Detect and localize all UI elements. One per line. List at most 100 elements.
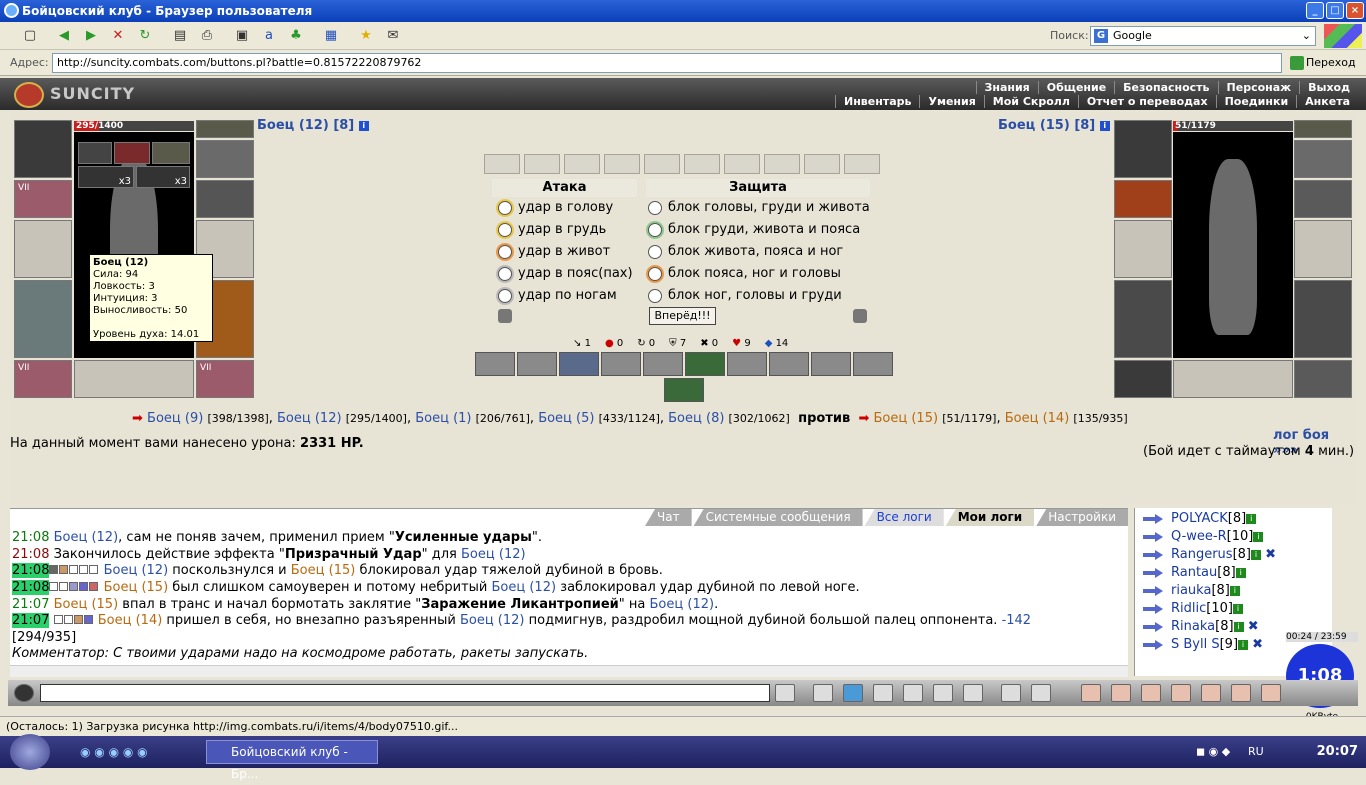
- skill-1[interactable]: [475, 352, 515, 376]
- skill-3[interactable]: [559, 352, 599, 376]
- stop-icon[interactable]: ✕: [108, 27, 128, 45]
- tray-icons[interactable]: ◼ ◉ ◆: [1196, 745, 1230, 758]
- enemy-slot-boots[interactable]: [1294, 360, 1352, 398]
- scroll-slot[interactable]: [724, 154, 760, 174]
- tab-my-logs[interactable]: Мои логи: [945, 509, 1035, 526]
- user-item[interactable]: Ridlic[10] i: [1139, 601, 1243, 616]
- attack-chest-option[interactable]: удар в грудь: [496, 221, 606, 239]
- menu-inventory[interactable]: Инвентарь: [835, 95, 919, 108]
- skill-5[interactable]: [643, 352, 683, 376]
- percent-icon[interactable]: [933, 684, 953, 702]
- skill-6[interactable]: [685, 352, 725, 376]
- guild-icon[interactable]: [1171, 684, 1191, 702]
- enemy-slot-belt[interactable]: [1114, 360, 1172, 398]
- language-indicator[interactable]: RU: [1248, 745, 1264, 758]
- enemy-slot-legs[interactable]: [1294, 280, 1352, 358]
- attack-legs-option[interactable]: удар по ногам: [496, 287, 617, 305]
- save-log-icon[interactable]: [873, 684, 893, 702]
- defense-option-4[interactable]: блок пояса, ног и головы: [646, 265, 841, 283]
- fighter-icon[interactable]: [903, 684, 923, 702]
- player-avatar[interactable]: [14, 120, 72, 178]
- quicklaunch-icons[interactable]: ◉ ◉ ◉ ◉ ◉: [80, 745, 148, 759]
- enemy-slot-gloves[interactable]: [1114, 220, 1172, 278]
- enemy-avatar[interactable]: [1114, 120, 1172, 178]
- menu-profile[interactable]: Анкета: [1296, 95, 1358, 108]
- user-item[interactable]: riauka[8] i: [1139, 583, 1240, 598]
- info-icon[interactable]: i: [358, 120, 369, 131]
- info-icon[interactable]: i: [1232, 603, 1243, 614]
- close-window-button[interactable]: ×: [1346, 2, 1364, 19]
- info-icon[interactable]: i: [1250, 549, 1261, 560]
- reset-icon[interactable]: [498, 309, 512, 323]
- menu-communication[interactable]: Общение: [1037, 81, 1114, 94]
- skill-10[interactable]: [853, 352, 893, 376]
- maximize-button[interactable]: □: [1326, 2, 1344, 19]
- player-slot-belt[interactable]: VII: [14, 180, 72, 218]
- tab-all-logs[interactable]: Все логи: [864, 509, 944, 526]
- speaker-icon[interactable]: [14, 684, 34, 702]
- new-page-icon[interactable]: ▢: [20, 27, 40, 45]
- radiation-icon[interactable]: [1231, 684, 1251, 702]
- filter-icon[interactable]: [843, 684, 863, 702]
- back-icon[interactable]: ◀: [54, 27, 74, 45]
- tab-settings[interactable]: Настройки: [1036, 509, 1128, 526]
- tab-system[interactable]: Системные сообщения: [693, 509, 863, 526]
- player-slot-ring3[interactable]: [152, 142, 190, 164]
- info-icon[interactable]: i: [1099, 120, 1110, 131]
- enemy-slot-armor[interactable]: [1114, 280, 1172, 358]
- tray-clock[interactable]: 20:07: [1317, 736, 1358, 768]
- user-item[interactable]: Rinaka[8] i ✖: [1139, 619, 1259, 634]
- start-button[interactable]: [10, 734, 50, 770]
- tab-chat[interactable]: Чат: [645, 509, 692, 526]
- user-item[interactable]: Q-wee-R[10] i: [1139, 529, 1264, 544]
- player-slot-ring1[interactable]: [78, 142, 112, 164]
- info-icon[interactable]: i: [1235, 567, 1246, 578]
- scroll-slot[interactable]: [484, 154, 520, 174]
- team-left-3[interactable]: Боец (1): [415, 411, 471, 426]
- player-slot-weapon[interactable]: [196, 180, 254, 218]
- player-slot-boots[interactable]: VII: [196, 360, 254, 398]
- bag-icon[interactable]: [1081, 684, 1101, 702]
- chat-scrollbar[interactable]: [10, 665, 1128, 677]
- menu-security[interactable]: Безопасность: [1114, 81, 1217, 94]
- refresh-icon[interactable]: ↻: [135, 27, 155, 45]
- chat-input[interactable]: [40, 684, 770, 702]
- scroll-slot[interactable]: [604, 154, 640, 174]
- mail-icon[interactable]: ✉: [383, 27, 403, 45]
- menu-transfer-report[interactable]: Отчет о переводах: [1077, 95, 1216, 108]
- taskbar-browser-item[interactable]: Бойцовский клуб - Бр...: [206, 740, 378, 781]
- team-right-2[interactable]: Боец (14): [1005, 411, 1070, 426]
- refresh-battle-icon[interactable]: [853, 309, 867, 323]
- player-slot-gloves[interactable]: [14, 220, 72, 278]
- eraser-icon[interactable]: [813, 684, 833, 702]
- minimize-button[interactable]: _: [1306, 2, 1324, 19]
- skill-4[interactable]: [601, 352, 641, 376]
- scroll-slot[interactable]: [684, 154, 720, 174]
- user-item[interactable]: POLYACK[8] i: [1139, 511, 1257, 526]
- menu-exit[interactable]: Выход: [1299, 81, 1358, 94]
- scroll-slot[interactable]: [764, 154, 800, 174]
- team-left-1[interactable]: Боец (9): [147, 411, 203, 426]
- helmet-icon[interactable]: [1031, 684, 1051, 702]
- skill-7[interactable]: [727, 352, 767, 376]
- images-icon[interactable]: ▣: [232, 27, 252, 45]
- info-icon[interactable]: i: [1229, 585, 1240, 596]
- scroll-slot[interactable]: [804, 154, 840, 174]
- team-left-5[interactable]: Боец (8): [668, 411, 724, 426]
- enemy-slot-weapon[interactable]: [1294, 180, 1352, 218]
- enemy-slot-empty-row[interactable]: [1173, 360, 1293, 398]
- player-slot-belt2[interactable]: VII: [14, 360, 72, 398]
- url-input[interactable]: http://suncity.combats.com/buttons.pl?ba…: [52, 53, 1282, 73]
- player-slot-helm[interactable]: [196, 120, 254, 138]
- smiley-icon[interactable]: [1001, 684, 1021, 702]
- scroll-icon[interactable]: [1111, 684, 1131, 702]
- player-slot-potion2[interactable]: x3: [136, 166, 190, 188]
- skill-9[interactable]: [811, 352, 851, 376]
- defense-option-1[interactable]: блок головы, груди и живота: [646, 199, 870, 217]
- scroll-slot[interactable]: [644, 154, 680, 174]
- attack-belly-option[interactable]: удар в живот: [496, 243, 610, 261]
- info-icon[interactable]: i: [1253, 531, 1264, 542]
- skill-2[interactable]: [517, 352, 557, 376]
- tree-icon[interactable]: ♣: [286, 27, 306, 45]
- save-icon[interactable]: ▦: [321, 27, 341, 45]
